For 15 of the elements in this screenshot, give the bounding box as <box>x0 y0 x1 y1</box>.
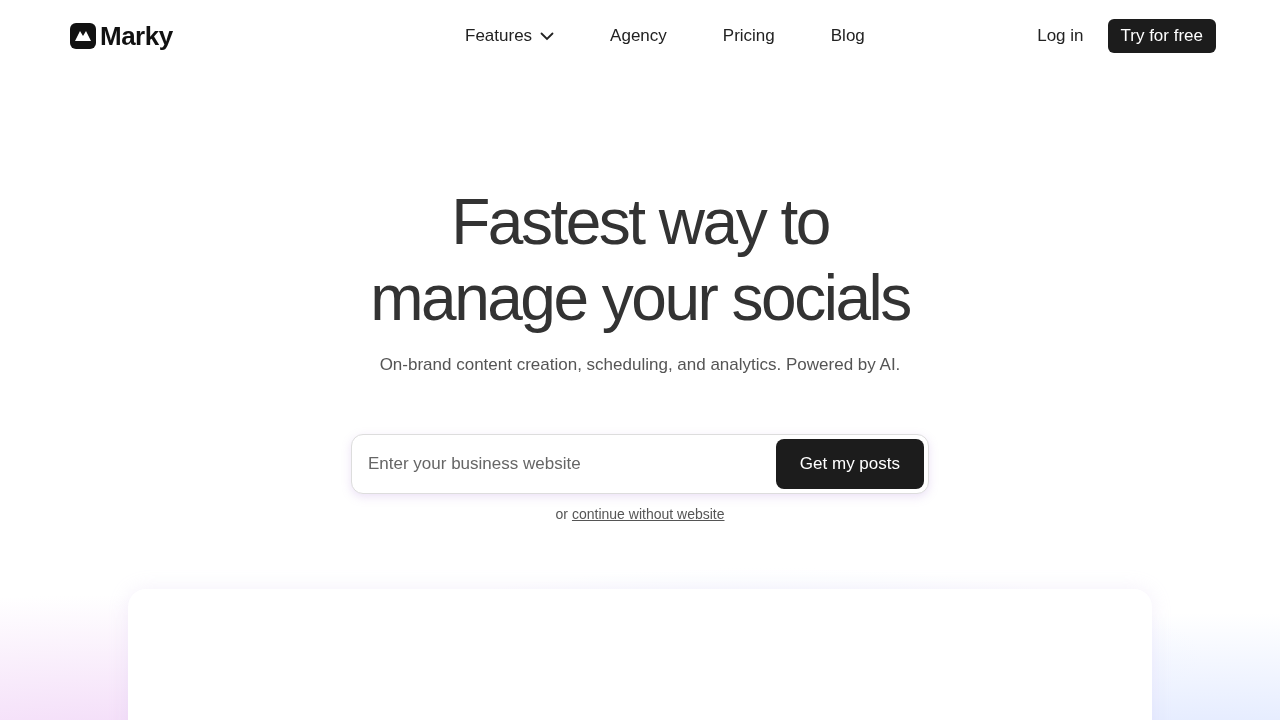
nav-link[interactable]: Blog <box>830 19 865 53</box>
logo-icon <box>70 23 96 49</box>
get-posts-button[interactable]: Get my posts <box>775 438 924 489</box>
hero-title: Fastest way to manage your socials <box>370 185 910 336</box>
nav-link[interactable]: Pricing <box>722 19 775 53</box>
login-link[interactable]: Log in <box>1037 19 1084 53</box>
continue-link[interactable]: continue without website <box>571 503 725 525</box>
chevron-down-icon <box>540 31 555 41</box>
or-text: or <box>555 504 568 524</box>
try-free-button[interactable]: Try for free <box>1107 19 1216 53</box>
nav-link[interactable]: Agency <box>610 19 667 53</box>
brand-name: Marky <box>100 19 173 53</box>
features-dropdown[interactable]: Features <box>465 19 555 53</box>
hero-subtitle: On-brand content creation, scheduling, and analytics. Powered by AI. <box>379 354 901 376</box>
website-field[interactable]: Enter your business website Get my posts <box>351 433 929 494</box>
